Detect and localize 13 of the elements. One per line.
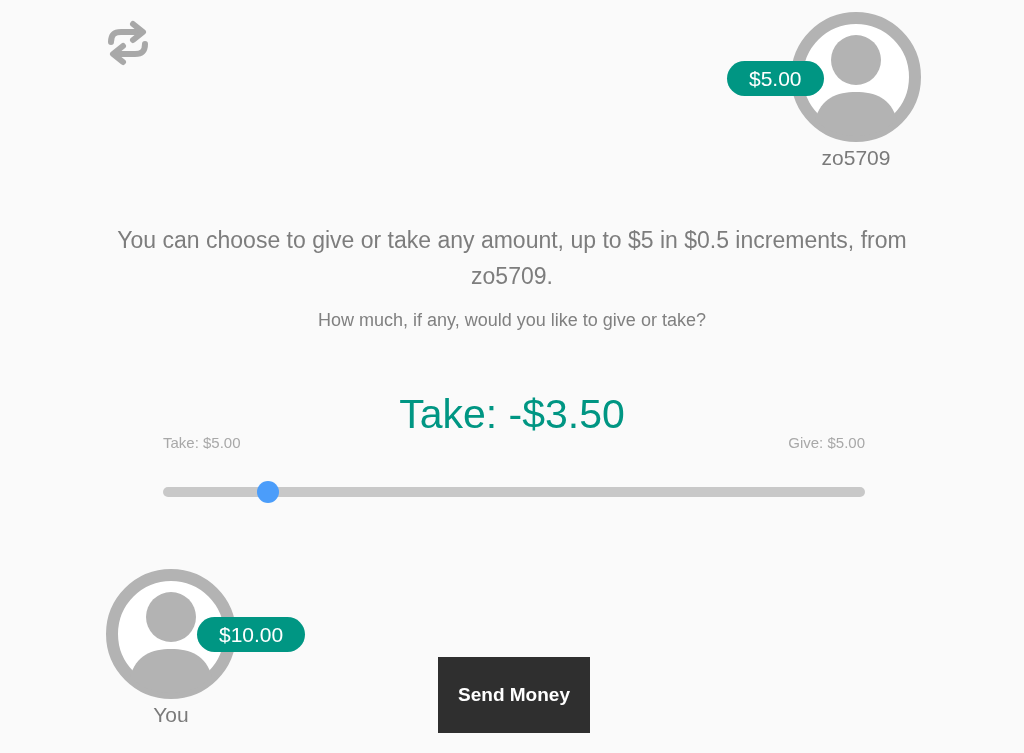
- min-label: Take: $5.00: [163, 434, 241, 451]
- player-name: You: [153, 703, 189, 727]
- slider[interactable]: [163, 481, 865, 503]
- player-name: zo5709: [821, 146, 891, 170]
- question-text: How much, if any, would you like to give or take?: [317, 309, 707, 332]
- balance-badge: $10.00: [197, 617, 306, 652]
- max-label: Give: $5.00: [788, 434, 865, 451]
- amount-text: Take: -$3.50: [399, 392, 625, 436]
- instruction-text: You can choose to give or take any amount, up to $5 in $0.5 increments, from zo5709.: [116, 226, 908, 291]
- slider-thumb[interactable]: [257, 481, 280, 503]
- balance-badge: $5.00: [727, 61, 824, 96]
- swap-icon[interactable]: [105, 20, 151, 66]
- send-money-button[interactable]: Send Money: [438, 657, 590, 733]
